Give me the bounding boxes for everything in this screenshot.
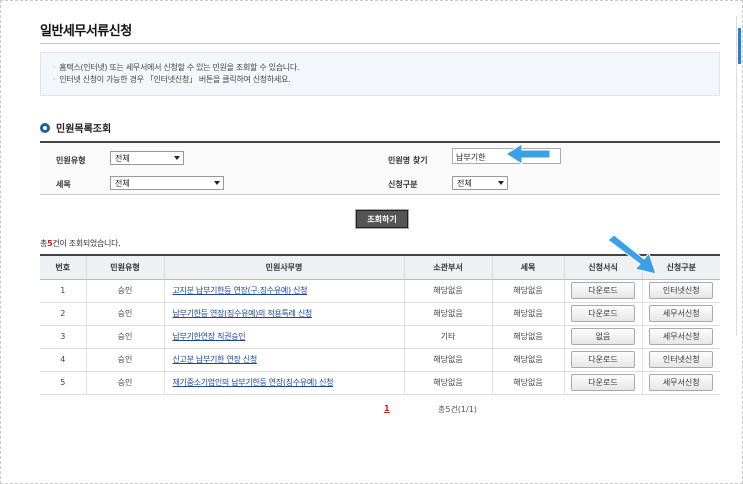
row-dept: 해당없음 — [403, 279, 492, 303]
col-header: 세목 — [491, 254, 564, 280]
row-name-link[interactable]: 신고분 납부기한 연장 신청 — [173, 355, 258, 364]
result-count: 총5건이 조회되었습니다. — [40, 238, 121, 249]
table-row: 2 승인 납부기한등 연장(징수유예)의 적용특례 신청 해당없음 해당없음 다… — [40, 302, 720, 326]
type-select[interactable]: 전체 — [110, 151, 184, 165]
col-header: 민원유형 — [85, 254, 164, 280]
row-apply-cell: 세무서신청 — [641, 302, 720, 326]
office-apply-button[interactable]: 세무서신청 — [649, 305, 714, 322]
no-form-button[interactable]: 없음 — [571, 328, 635, 345]
tax-select-value: 전체 — [115, 179, 130, 188]
row-dept: 해당없음 — [403, 348, 492, 372]
row-dept: 해당없음 — [403, 302, 492, 326]
table-row: 5 승인 재기중소기업인의 납부기한등 연장(징수유예) 신청 해당없음 해당없… — [40, 371, 720, 395]
row-type: 승인 — [85, 279, 164, 303]
tax-label: 세목 — [56, 180, 71, 189]
row-tax: 해당없음 — [491, 348, 564, 372]
table-row: 3 승인 납부기한연장 직권승인 기타 해당없음 없음 세무서신청 — [40, 325, 720, 349]
chevron-down-icon — [214, 181, 220, 185]
name-search-label: 민원명 찾기 — [388, 156, 428, 165]
online-apply-button[interactable]: 인터넷신청 — [649, 351, 714, 368]
row-form-cell: 없음 — [563, 325, 642, 349]
page-title: 일반세무서류신청 — [40, 24, 132, 39]
scrollbar-thumb[interactable] — [738, 28, 741, 64]
row-apply-cell: 인터넷신청 — [641, 348, 720, 372]
row-dept: 해당없음 — [403, 371, 492, 395]
row-tax: 해당없음 — [491, 325, 564, 349]
row-apply-cell: 세무서신청 — [641, 371, 720, 395]
row-form-cell: 다운로드 — [563, 348, 642, 372]
office-apply-button[interactable]: 세무서신청 — [649, 328, 714, 345]
col-header: 번호 — [40, 254, 86, 280]
apply-type-label: 신청구분 — [388, 180, 418, 189]
col-header: 소관부서 — [403, 254, 492, 280]
result-count-suffix: 건이 조회되었습니다. — [52, 239, 121, 248]
row-name-link[interactable]: 납부기한등 연장(징수유예)의 적용특례 신청 — [173, 309, 313, 318]
row-number: 1 — [40, 279, 86, 303]
row-number: 5 — [40, 371, 86, 395]
row-type: 승인 — [85, 302, 164, 326]
row-tax: 해당없음 — [491, 279, 564, 303]
row-apply-cell: 인터넷신청 — [641, 279, 720, 303]
row-name-link[interactable]: 고지분 납부기한등 연장(구.징수유예) 신청 — [173, 286, 308, 295]
row-name-cell: 재기중소기업인의 납부기한등 연장(징수유예) 신청 — [163, 371, 404, 395]
pagination-current-page[interactable]: 1 — [384, 404, 390, 413]
row-dept: 기타 — [403, 325, 492, 349]
info-line: 인터넷 신청이 가능한 경우 「인터넷신청」 버튼을 클릭하여 신청하세요. — [53, 74, 719, 86]
arrow-left-annotation-icon — [505, 143, 551, 165]
section-heading: 민원목록조회 — [40, 120, 111, 135]
table-row: 1 승인 고지분 납부기한등 연장(구.징수유예) 신청 해당없음 해당없음 다… — [40, 279, 720, 303]
tax-select[interactable]: 전체 — [110, 176, 224, 190]
download-button[interactable]: 다운로드 — [571, 282, 635, 299]
search-button[interactable]: 조회하기 — [356, 210, 408, 228]
col-header: 민원사무명 — [163, 254, 404, 280]
type-select-value: 전체 — [115, 154, 130, 163]
pagination-summary: 총5건(1/1) — [438, 405, 477, 414]
row-name-link[interactable]: 재기중소기업인의 납부기한등 연장(징수유예) 신청 — [173, 378, 334, 387]
row-form-cell: 다운로드 — [563, 371, 642, 395]
row-name-cell: 고지분 납부기한등 연장(구.징수유예) 신청 — [163, 279, 404, 303]
online-apply-button[interactable]: 인터넷신청 — [649, 282, 714, 299]
row-number: 3 — [40, 325, 86, 349]
info-line: 홈택스(인터넷) 또는 세무서에서 신청할 수 있는 민원을 조회할 수 있습니… — [53, 62, 719, 74]
chevron-down-icon — [498, 181, 504, 185]
type-label: 민원유형 — [56, 156, 86, 165]
row-number: 4 — [40, 348, 86, 372]
row-name-cell: 납부기한연장 직권승인 — [163, 325, 404, 349]
arrow-down-right-annotation-icon — [607, 234, 657, 275]
info-box: 홈택스(인터넷) 또는 세무서에서 신청할 수 있는 민원을 조회할 수 있습니… — [40, 52, 720, 96]
row-form-cell: 다운로드 — [563, 302, 642, 326]
scrollbar[interactable] — [736, 16, 741, 336]
search-panel: 민원유형 전체 세목 전체 민원명 찾기 신청구분 전체 — [40, 141, 720, 195]
title-divider — [40, 43, 720, 44]
row-type: 승인 — [85, 371, 164, 395]
row-type: 승인 — [85, 325, 164, 349]
row-name-link[interactable]: 납부기한연장 직권승인 — [173, 332, 246, 341]
row-name-cell: 납부기한등 연장(징수유예)의 적용특례 신청 — [163, 302, 404, 326]
download-button[interactable]: 다운로드 — [571, 374, 635, 391]
apply-type-select[interactable]: 전체 — [452, 176, 508, 190]
download-button[interactable]: 다운로드 — [571, 305, 635, 322]
section-title: 민원목록조회 — [56, 124, 112, 135]
row-form-cell: 다운로드 — [563, 279, 642, 303]
row-name-cell: 신고분 납부기한 연장 신청 — [163, 348, 404, 372]
row-tax: 해당없음 — [491, 302, 564, 326]
download-button[interactable]: 다운로드 — [571, 351, 635, 368]
row-number: 2 — [40, 302, 86, 326]
chevron-down-icon — [174, 156, 180, 160]
circle-bullet-icon — [40, 122, 50, 133]
apply-type-select-value: 전체 — [457, 179, 472, 188]
table-row: 4 승인 신고분 납부기한 연장 신청 해당없음 해당없음 다운로드 인터넷신청 — [40, 348, 720, 372]
result-count-prefix: 총 — [40, 239, 48, 248]
row-type: 승인 — [85, 348, 164, 372]
office-apply-button[interactable]: 세무서신청 — [649, 374, 714, 391]
row-apply-cell: 세무서신청 — [641, 325, 720, 349]
row-tax: 해당없음 — [491, 371, 564, 395]
